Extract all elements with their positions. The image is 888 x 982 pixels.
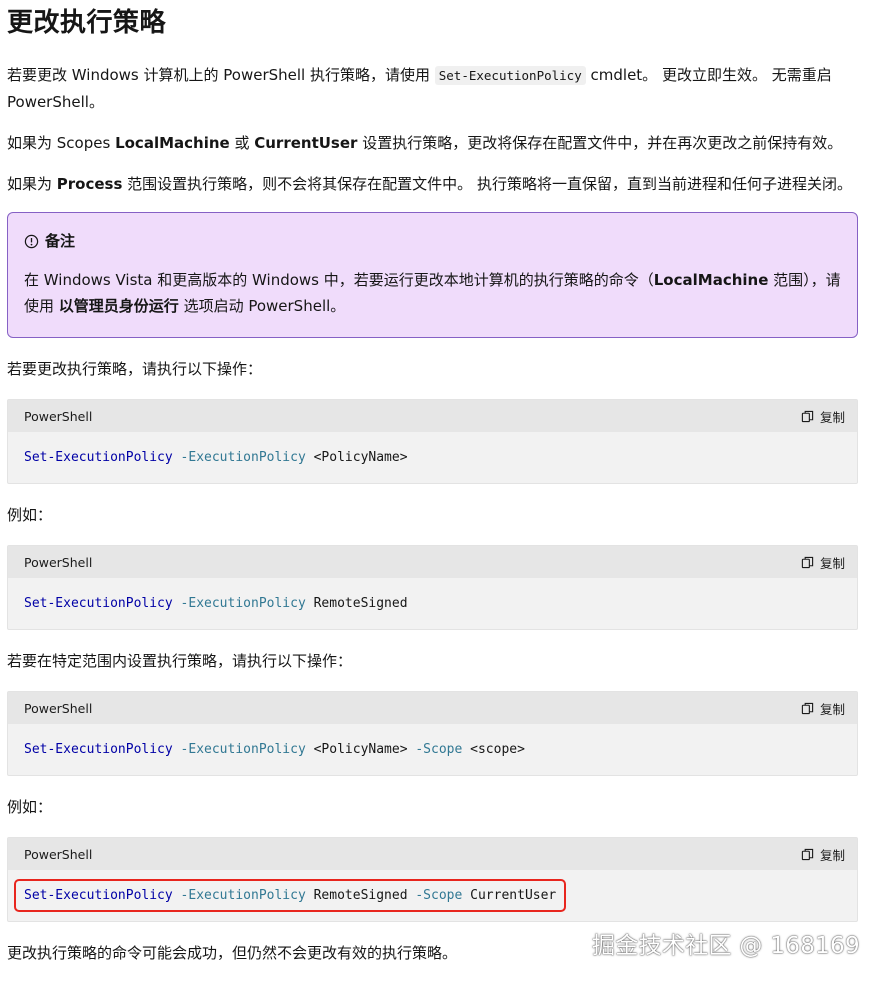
watermark: 掘金技术社区 @ 168169: [592, 933, 860, 959]
info-circle-icon: [24, 234, 39, 248]
paragraph-process: 如果为 Process 范围设置执行策略，则不会将其保存在配置文件中。 执行策略…: [7, 175, 852, 193]
copy-button[interactable]: 复制: [801, 553, 845, 572]
code-header: PowerShell 复制: [8, 692, 857, 724]
code-language: PowerShell: [24, 700, 93, 716]
copy-button[interactable]: 复制: [801, 407, 845, 426]
note-title: 备注: [24, 229, 841, 253]
block-intro: 例如：: [7, 506, 53, 524]
code-block: PowerShell 复制 Set-ExecutionPolicy -Execu…: [7, 837, 858, 922]
code-body: Set-ExecutionPolicy -ExecutionPolicy <Po…: [8, 724, 857, 775]
code-header: PowerShell 复制: [8, 546, 857, 578]
copy-button[interactable]: 复制: [801, 699, 845, 718]
copy-icon: [801, 702, 814, 714]
code-block: PowerShell 复制 Set-ExecutionPolicy -Execu…: [7, 399, 858, 484]
code-header: PowerShell 复制: [8, 400, 857, 432]
code-block: PowerShell 复制 Set-ExecutionPolicy -Execu…: [7, 691, 858, 776]
block-intro: 例如：: [7, 798, 53, 816]
code-line: Set-ExecutionPolicy -ExecutionPolicy Rem…: [24, 596, 408, 611]
copy-icon: [801, 410, 814, 422]
code-line: Set-ExecutionPolicy -ExecutionPolicy <Po…: [24, 450, 408, 465]
paragraph-scopes: 如果为 Scopes LocalMachine 或 CurrentUser 设置…: [7, 134, 843, 152]
copy-icon: [801, 556, 814, 568]
code-header: PowerShell 复制: [8, 838, 857, 870]
inline-code-cmdlet: Set-ExecutionPolicy: [434, 66, 586, 85]
code-language: PowerShell: [24, 408, 93, 424]
code-block: PowerShell 复制 Set-ExecutionPolicy -Execu…: [7, 545, 858, 630]
page-title: 更改执行策略: [7, 8, 167, 38]
code-body: Set-ExecutionPolicy -ExecutionPolicy <Po…: [8, 432, 857, 483]
code-line: Set-ExecutionPolicy -ExecutionPolicy <Po…: [24, 742, 525, 757]
code-language: PowerShell: [24, 554, 93, 570]
paragraph-intro: 若要更改 Windows 计算机上的 PowerShell 执行策略，请使用 S…: [7, 66, 832, 111]
block-intro: 若要在特定范围内设置执行策略，请执行以下操作：: [7, 652, 353, 670]
code-body: Set-ExecutionPolicy -ExecutionPolicy Rem…: [8, 870, 857, 921]
block-intro: 若要更改执行策略，请执行以下操作：: [7, 360, 263, 378]
article: 更改执行策略 若要更改 Windows 计算机上的 PowerShell 执行策…: [7, 0, 858, 967]
copy-button[interactable]: 复制: [801, 845, 845, 864]
copy-icon: [801, 848, 814, 860]
note-body: 在 Windows Vista 和更高版本的 Windows 中，若要运行更改本…: [24, 271, 841, 315]
highlighted-code-line: Set-ExecutionPolicy -ExecutionPolicy Rem…: [13, 879, 567, 912]
code-body: Set-ExecutionPolicy -ExecutionPolicy Rem…: [8, 578, 857, 629]
note-callout: 备注 在 Windows Vista 和更高版本的 Windows 中，若要运行…: [7, 212, 858, 338]
code-language: PowerShell: [24, 846, 93, 862]
